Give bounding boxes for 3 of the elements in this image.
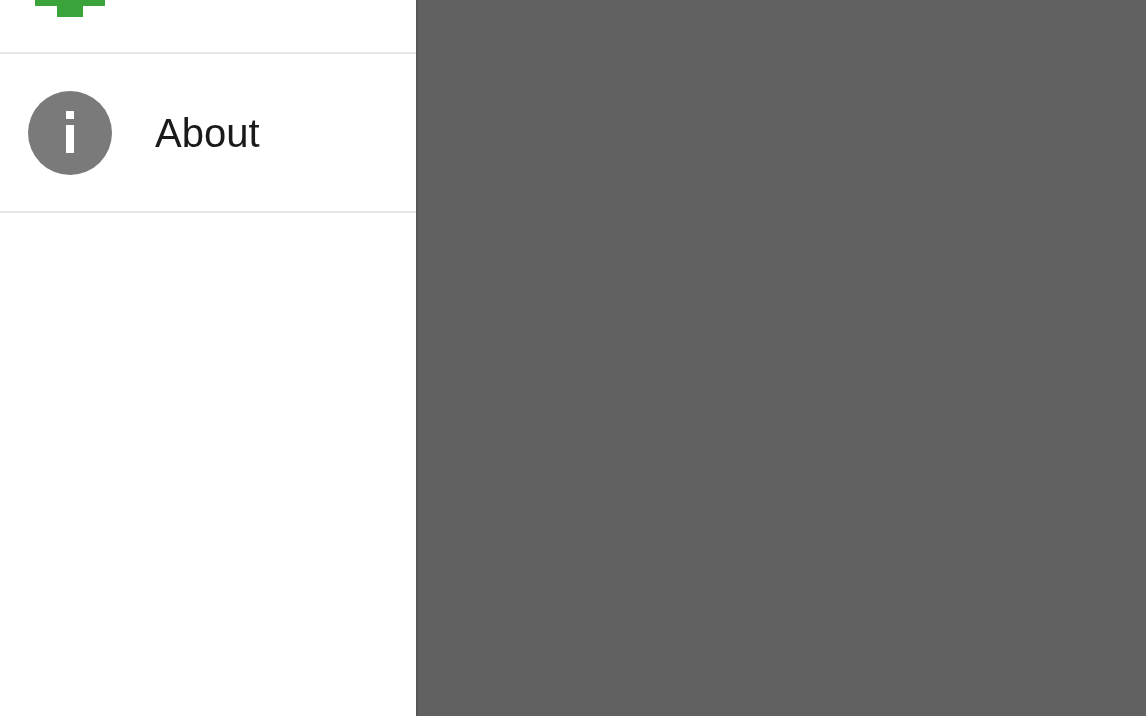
- info-icon: [28, 90, 112, 175]
- item-label: About: [155, 109, 260, 157]
- drawer-item[interactable]: About: [0, 54, 416, 213]
